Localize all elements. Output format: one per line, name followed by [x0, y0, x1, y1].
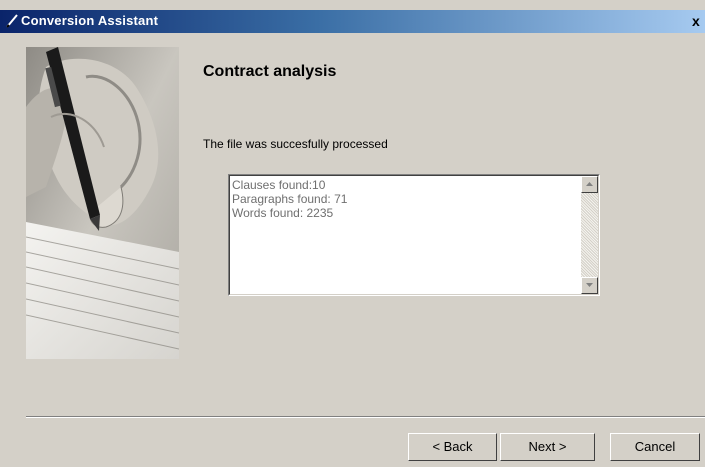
page-heading: Contract analysis — [203, 63, 337, 80]
next-button[interactable]: Next > — [500, 433, 595, 461]
scroll-up-arrow-icon — [586, 182, 593, 186]
conversion-assistant-window: Conversion Assistant x Contract analysis… — [0, 0, 705, 467]
scroll-down-button[interactable] — [581, 277, 598, 294]
pen-icon — [6, 14, 18, 28]
button-divider — [26, 416, 705, 418]
scroll-up-button[interactable] — [581, 176, 598, 193]
results-textbox[interactable]: Clauses found:10 Paragraphs found: 71 Wo… — [228, 174, 600, 296]
status-message: The file was succesfully processed — [203, 137, 388, 151]
result-line-paragraphs: Paragraphs found: 71 — [232, 192, 348, 206]
scroll-down-arrow-icon — [586, 283, 593, 287]
hand-writing-photo — [26, 47, 179, 359]
result-line-words: Words found: 2235 — [232, 206, 334, 220]
vertical-scrollbar[interactable] — [581, 176, 598, 294]
title-bar[interactable]: Conversion Assistant x — [0, 10, 705, 33]
cancel-button[interactable]: Cancel — [610, 433, 700, 461]
close-button[interactable]: x — [692, 14, 705, 29]
results-lines: Clauses found:10 Paragraphs found: 71 Wo… — [232, 178, 577, 220]
result-line-clauses: Clauses found:10 — [232, 178, 326, 192]
back-button[interactable]: < Back — [408, 433, 497, 461]
window-title: Conversion Assistant — [21, 13, 159, 28]
results-textbox-frame: Clauses found:10 Paragraphs found: 71 Wo… — [229, 175, 599, 295]
